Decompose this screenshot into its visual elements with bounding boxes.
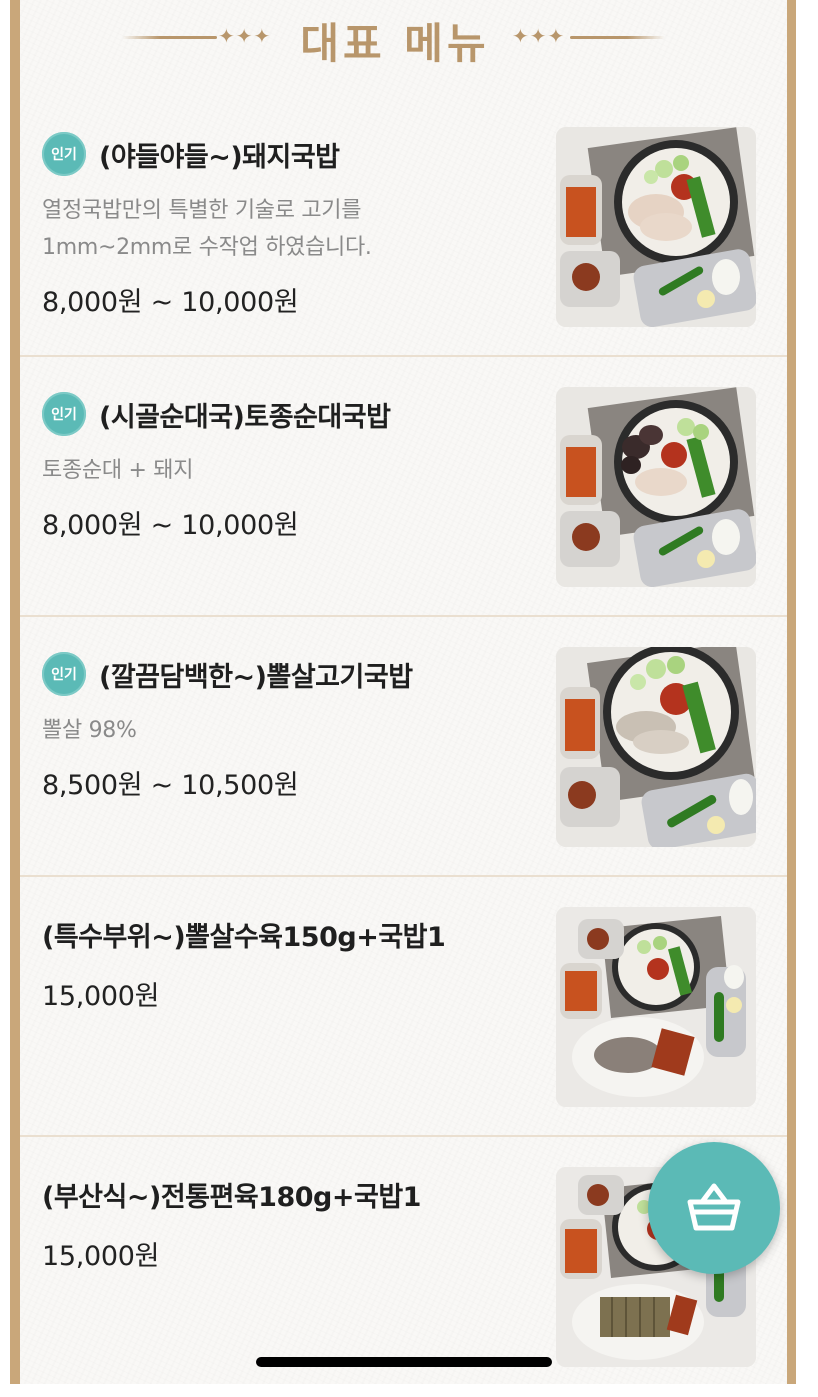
food-photo-illustration	[556, 127, 756, 327]
popular-badge: 인기	[42, 392, 86, 436]
menu-item[interactable]: 인기 (깔끔담백한~)뽈살고기국밥 뽈살 98% 8,500원 ~ 10,500…	[20, 617, 787, 877]
menu-item-price: 8,500원 ~ 10,500원	[42, 770, 299, 801]
menu-item-description-line: 토종순대 + 돼지	[42, 458, 194, 483]
menu-item-name: (깔끔담백한~)뽈살고기국밥	[99, 661, 413, 693]
cheek-meat-gukbap-photo[interactable]	[556, 647, 756, 847]
menu-item[interactable]: 인기 (시골순대국)토종순대국밥 토종순대 + 돼지 8,000원 ~ 10,0…	[20, 357, 787, 617]
basket-icon	[687, 1183, 741, 1231]
header-sparkle-left-icon: ✦✦✦	[218, 24, 272, 48]
screen-edge-left	[0, 0, 10, 1384]
menu-item[interactable]: 인기 (야들야들~)돼지국밥 열정국밥만의 특별한 기술로 고기를 1mm~2m…	[20, 97, 787, 357]
menu-item-price: 8,000원 ~ 10,000원	[42, 510, 299, 541]
menu-item-info: (특수부위~)뽈살수육150g+국밥1 15,000원	[42, 912, 532, 1013]
menu-item-description: 토종순대 + 돼지	[42, 452, 532, 489]
menu-item-name: (부산식~)전통편육180g+국밥1	[42, 1181, 421, 1213]
menu-item-name-row: 인기 (깔끔담백한~)뽈살고기국밥	[42, 652, 532, 696]
menu-item-name: (시골순대국)토종순대국밥	[99, 401, 391, 433]
menu-item-info: 인기 (깔끔담백한~)뽈살고기국밥 뽈살 98% 8,500원 ~ 10,500…	[42, 652, 532, 802]
app-frame: ✦✦✦ 대표 메뉴 ✦✦✦ 인기 (야들야들~)돼지국밥 열정국밥만의 특별한 …	[0, 0, 818, 1384]
cart-button[interactable]	[648, 1142, 780, 1274]
menu-item-name-row: 인기 (야들야들~)돼지국밥	[42, 132, 532, 176]
food-photo-illustration	[556, 387, 756, 587]
menu-item[interactable]: (특수부위~)뽈살수육150g+국밥1 15,000원	[20, 877, 787, 1137]
pork-gukbap-photo[interactable]	[556, 127, 756, 327]
menu-item-name-row: 인기 (시골순대국)토종순대국밥	[42, 392, 532, 436]
screen-edge-right	[796, 0, 818, 1384]
menu-item-description-line: 뽈살 98%	[42, 718, 137, 743]
gold-border-right	[787, 0, 796, 1384]
menu-item-info: 인기 (야들야들~)돼지국밥 열정국밥만의 특별한 기술로 고기를 1mm~2m…	[42, 132, 532, 319]
header-sparkle-right-icon: ✦✦✦	[512, 24, 566, 48]
menu-item-info: (부산식~)전통편육180g+국밥1 15,000원	[42, 1172, 532, 1273]
food-photo-illustration	[556, 907, 756, 1107]
boiled-cheek-meat-set-photo[interactable]	[556, 907, 756, 1107]
section-header: ✦✦✦ 대표 메뉴 ✦✦✦	[20, 0, 787, 80]
menu-item-name-row: (부산식~)전통편육180g+국밥1	[42, 1172, 532, 1216]
menu-item-price: 8,000원 ~ 10,000원	[42, 287, 299, 318]
header-line-right	[570, 36, 665, 39]
menu-item-price: 15,000원	[42, 1241, 160, 1272]
gold-border-left	[10, 0, 20, 1384]
menu-item-description-line: 열정국밥만의 특별한 기술로 고기를	[42, 198, 362, 223]
menu-item-name: (특수부위~)뽈살수육150g+국밥1	[42, 921, 446, 953]
menu-item-description: 열정국밥만의 특별한 기술로 고기를 1mm~2mm로 수작업 하였습니다.	[42, 192, 532, 266]
food-photo-illustration	[556, 647, 756, 847]
menu-item-name-row: (특수부위~)뽈살수육150g+국밥1	[42, 912, 532, 956]
sundae-gukbap-photo[interactable]	[556, 387, 756, 587]
section-title: 대표 메뉴	[300, 19, 490, 68]
header-line-left	[122, 36, 217, 39]
menu-item-description: 뽈살 98%	[42, 712, 532, 749]
menu-item-price: 15,000원	[42, 981, 160, 1012]
menu-item-description-line: 1mm~2mm로 수작업 하였습니다.	[42, 235, 372, 260]
menu-item-info: 인기 (시골순대국)토종순대국밥 토종순대 + 돼지 8,000원 ~ 10,0…	[42, 392, 532, 542]
popular-badge: 인기	[42, 132, 86, 176]
home-indicator[interactable]	[256, 1357, 552, 1367]
menu-item-name: (야들야들~)돼지국밥	[99, 141, 340, 173]
popular-badge: 인기	[42, 652, 86, 696]
